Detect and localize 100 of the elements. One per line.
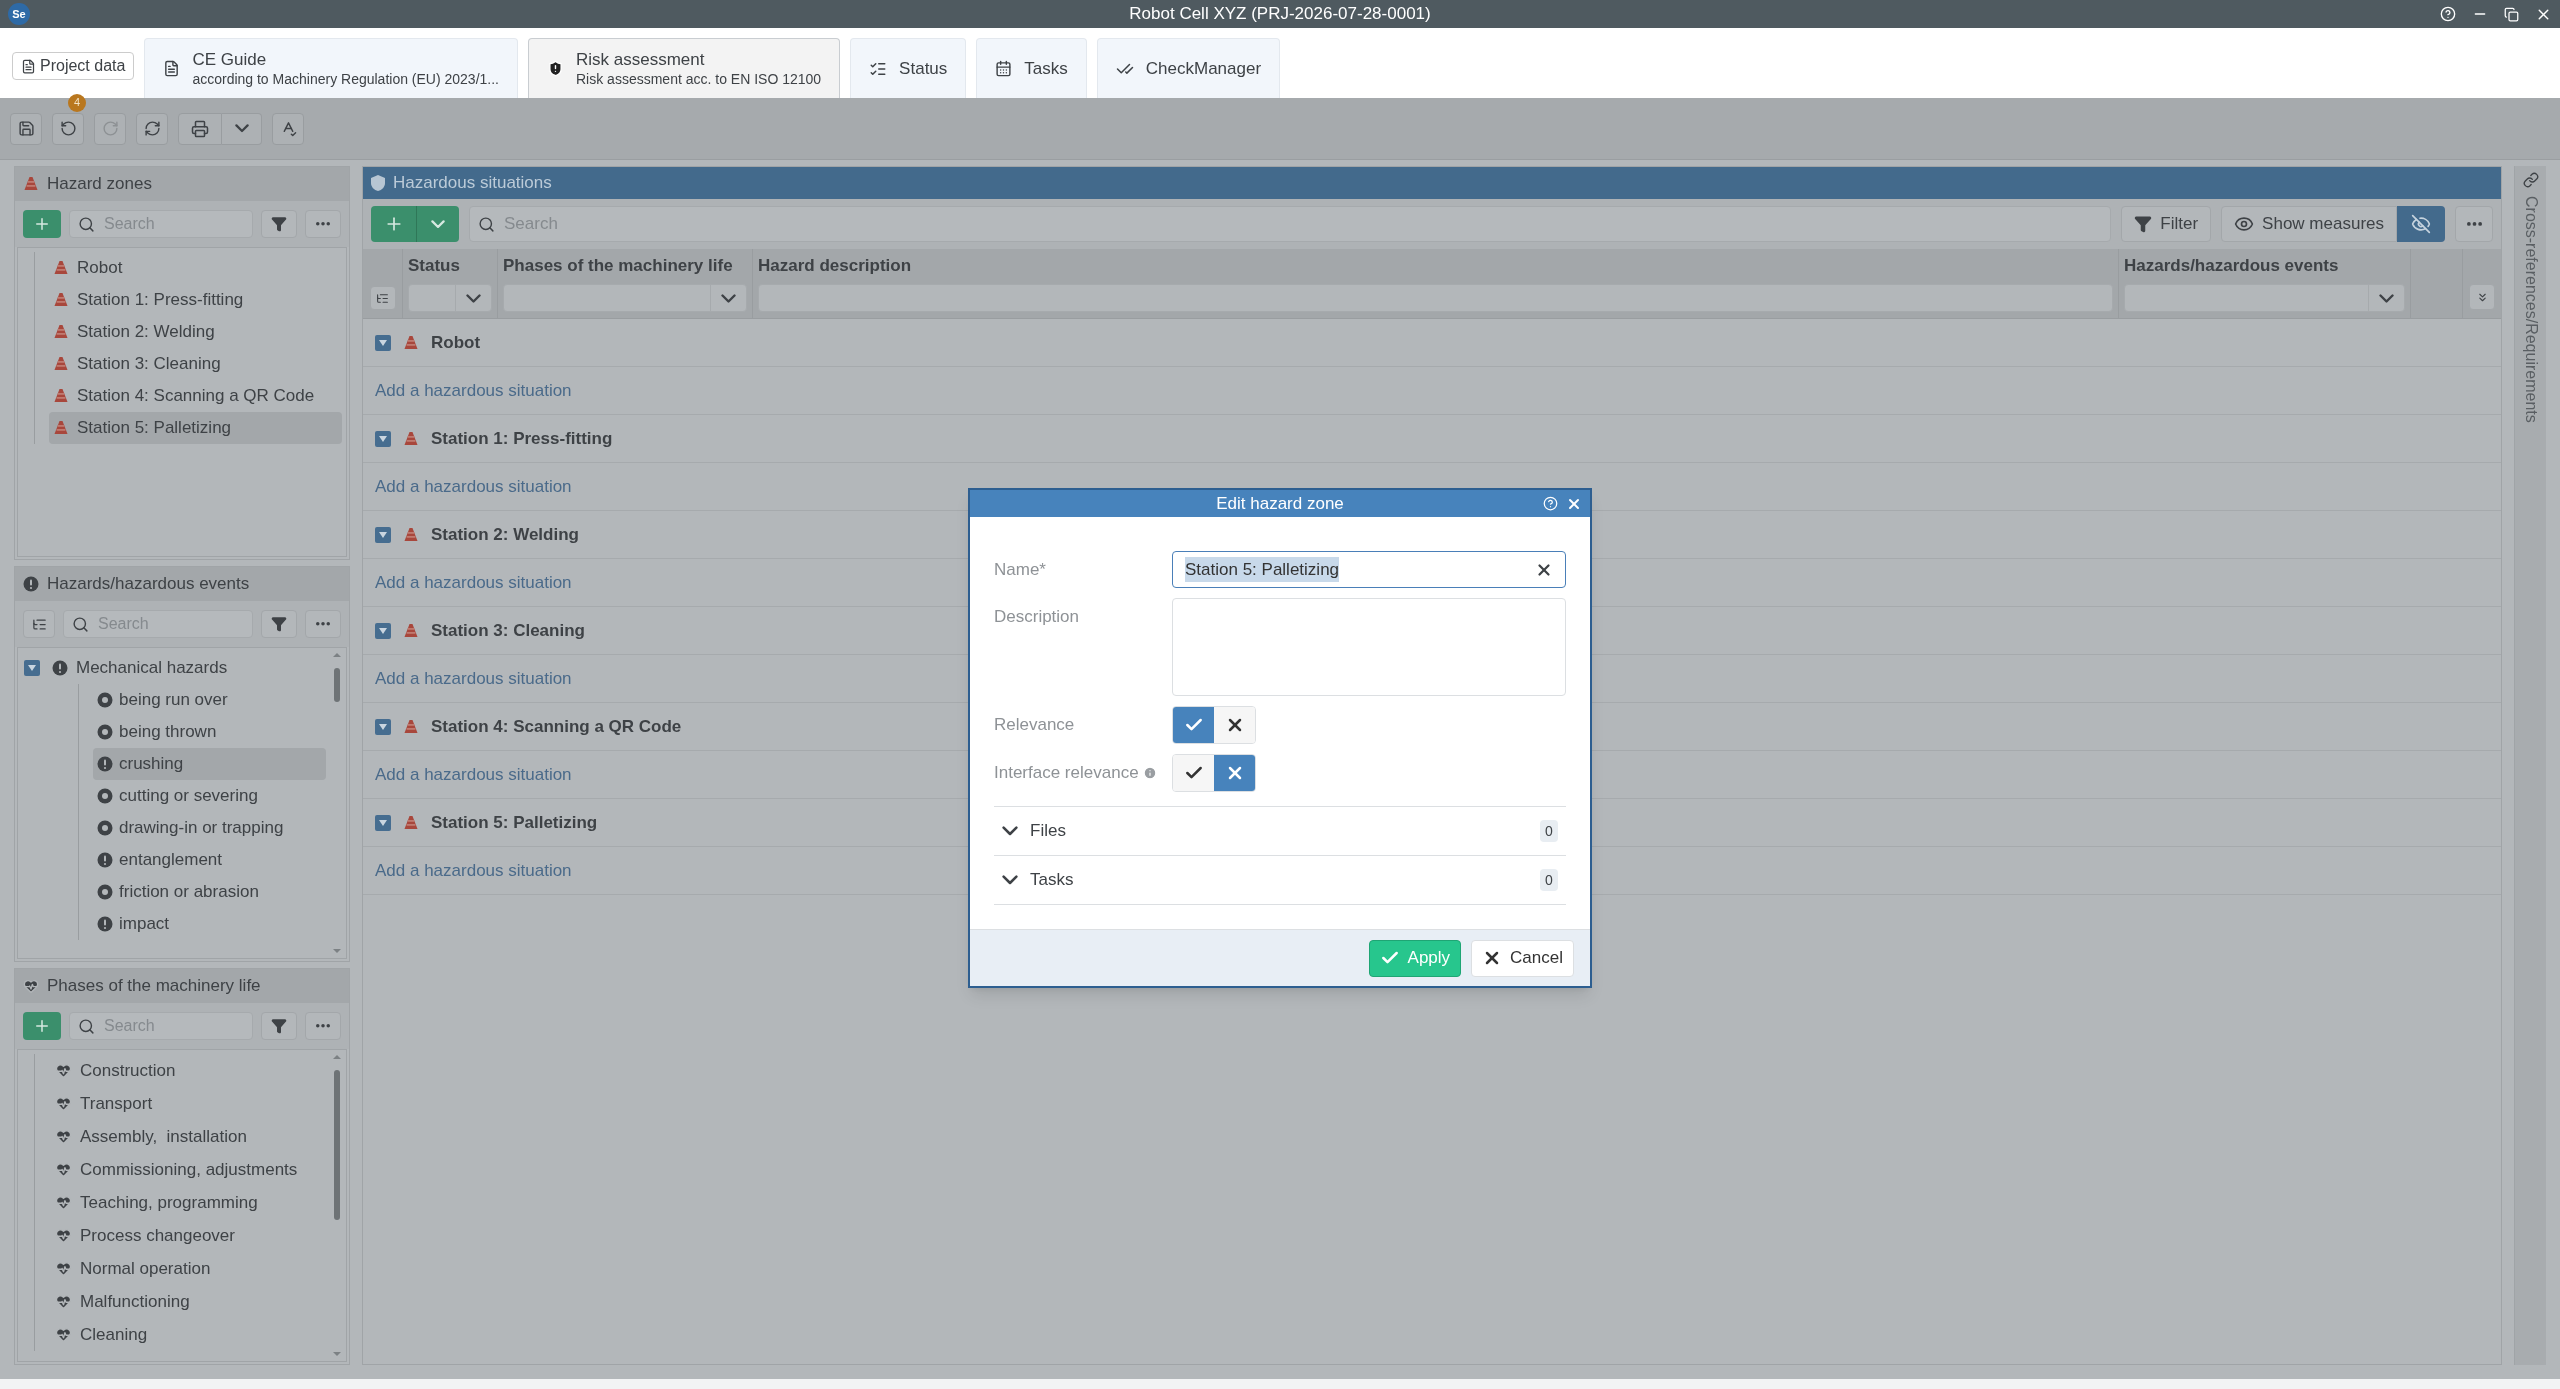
collapsible-section[interactable]: Files 0 [994,807,1566,856]
redo-icon [101,120,119,137]
column-filter-field[interactable] [408,284,492,312]
tab[interactable]: CheckManager [1096,38,1281,98]
hide-measures-button[interactable] [2397,206,2445,242]
refresh-button[interactable] [136,112,168,145]
name-field[interactable]: Station 5: Palletizing [1172,551,1566,588]
tree-item[interactable]: Robot [49,252,342,284]
column-options-button[interactable] [2469,284,2495,310]
tree-item[interactable]: Cleaning [51,1318,326,1351]
tree-item[interactable]: Mechanical hazards [48,655,232,681]
add-situation-link[interactable]: Add a hazardous situation [375,473,572,500]
collapse-toggle[interactable] [375,430,391,447]
add-button[interactable] [23,1012,61,1040]
print-button[interactable] [178,112,222,145]
tree-view-button[interactable] [23,610,55,638]
tree-item[interactable]: Process changeover [51,1219,326,1252]
tree-item[interactable]: Commissioning, adjustments [51,1153,326,1186]
yes-toggle[interactable] [1173,707,1214,743]
collapse-toggle[interactable] [375,334,391,351]
scroll-down-icon[interactable] [332,948,342,954]
count-badge: 0 [1540,820,1558,842]
info-icon[interactable] [1142,765,1157,780]
filter-icon [271,1018,287,1034]
scroll-up-icon[interactable] [332,1054,342,1060]
tree-item[interactable]: Normal operation [51,1252,326,1285]
column-filter-field[interactable] [503,284,747,312]
add-situation-link[interactable]: Add a hazardous situation [375,761,572,788]
no-toggle[interactable] [1214,755,1255,791]
filter-button[interactable] [261,610,297,638]
add-button[interactable] [371,206,417,242]
more-button[interactable] [2455,206,2493,242]
tree-item[interactable]: being run over [93,684,326,716]
add-situation-link[interactable]: Add a hazardous situation [375,665,572,692]
dialog-title: Edit hazard zone [1216,492,1344,515]
more-button[interactable] [305,210,341,238]
filter-button[interactable] [261,1012,297,1040]
tree-item[interactable]: Station 4: Scanning a QR Code [49,380,342,412]
tree-item[interactable]: Construction [51,1054,326,1087]
column-filter-field[interactable] [2124,284,2405,312]
tree-item[interactable]: Malfunctioning [51,1285,326,1318]
collapse-toggle[interactable] [375,814,391,831]
print-menu-button[interactable] [222,112,262,145]
tab[interactable]: CE Guide according to Machinery Regulation (EU) 2023/1... [144,38,518,98]
add-menu-button[interactable] [417,206,459,242]
tab[interactable]: Project data [12,52,135,80]
cancel-button[interactable]: Cancel [1471,939,1574,977]
scroll-down-icon[interactable] [332,1351,342,1357]
tab[interactable]: Risk assessment Risk assessment acc. to EN ISO 12100 [528,38,841,98]
restore-icon[interactable] [2504,6,2519,22]
save-button[interactable] [10,112,42,145]
more-button[interactable] [305,610,341,638]
tab-label: CE Guide [192,49,268,70]
tree-item[interactable]: Station 5: Palletizing [49,412,342,444]
tree-item[interactable]: Station 3: Cleaning [49,348,342,380]
add-situation-link[interactable]: Add a hazardous situation [375,569,572,596]
filter-button[interactable] [261,210,297,238]
undo-button[interactable] [52,112,84,145]
tree-item[interactable]: being thrown [93,716,326,748]
spell-check-button[interactable] [272,112,304,145]
tree-item[interactable]: Station 1: Press-fitting [49,284,342,316]
alert-icon [52,660,68,676]
no-toggle[interactable] [1214,707,1255,743]
field-label: Name* [994,559,1046,581]
tree-item[interactable]: cutting or severing [93,780,326,812]
tab[interactable]: Tasks [976,38,1087,98]
add-situation-link[interactable]: Add a hazardous situation [375,377,572,404]
tree-item[interactable]: friction or abrasion [93,876,326,908]
yes-toggle[interactable] [1173,755,1214,791]
tree-item[interactable]: drawing-in or trapping [93,812,326,844]
show-measures-button[interactable]: Show measures [2221,206,2397,242]
add-button[interactable] [23,210,61,238]
collapse-toggle[interactable] [375,526,391,543]
help-icon[interactable] [2440,6,2456,22]
collapse-toggle[interactable] [375,622,391,639]
tree-item[interactable]: Teaching, programming [51,1186,326,1219]
description-field[interactable] [1172,598,1566,696]
tree-item[interactable]: crushing [93,748,326,780]
more-button[interactable] [305,1012,341,1040]
scrollbar-thumb[interactable] [334,668,340,702]
heart-pulse-icon [55,1128,72,1145]
tree-item[interactable]: entanglement [93,844,326,876]
tree-item[interactable]: impact [93,908,326,940]
tree-item[interactable]: Assembly, installation [51,1120,326,1153]
column-header: Status [408,255,461,277]
add-situation-link[interactable]: Add a hazardous situation [375,857,572,884]
scroll-up-icon[interactable] [332,652,342,658]
filter-button[interactable]: Filter [2121,206,2212,242]
collapsible-section[interactable]: Tasks 0 [994,856,1566,905]
collapse-toggle[interactable] [375,718,391,735]
filter-icon [271,616,287,632]
tree-item[interactable]: Transport [51,1087,326,1120]
scrollbar-thumb[interactable] [334,1070,340,1220]
tree-item[interactable]: Station 2: Welding [49,316,342,348]
tree-view-button[interactable] [369,286,396,310]
side-panel-tab[interactable]: Cross-references/Requirements [2518,196,2543,423]
tab[interactable]: Status [850,38,967,98]
help-icon[interactable] [1543,496,1558,511]
panel-title: Hazardous situations [393,172,552,195]
collapse-toggle[interactable] [24,660,40,676]
